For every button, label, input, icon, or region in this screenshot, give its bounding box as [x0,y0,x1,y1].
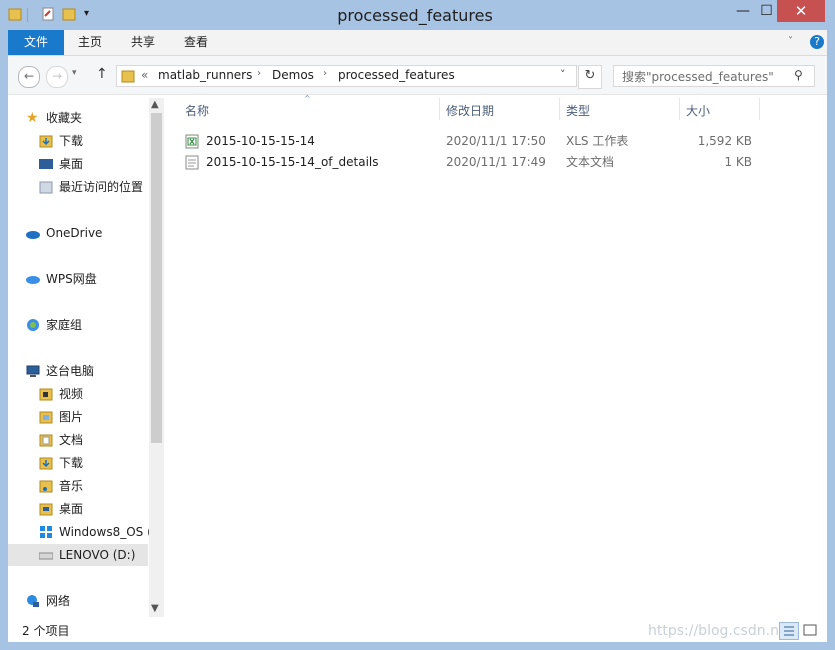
file-row[interactable]: 2015-10-15-15-14_of_details 2020/11/1 17… [185,152,775,172]
file-type: 文本文档 [566,155,615,169]
large-icons-view-button[interactable] [801,622,819,638]
windows-drive-icon [40,526,52,538]
navigation-pane: ★ 收藏夹 下载 桌面 最近访问的位置 OneDrive WPS网盘 家庭组 这… [8,95,164,617]
folder-icon [121,70,135,83]
close-button[interactable]: ✕ [777,0,825,22]
properties-icon[interactable] [41,7,55,21]
address-bar[interactable]: « matlab_runners › Demos › processed_fea… [116,65,577,87]
column-divider[interactable] [759,98,760,120]
breadcrumb-separator-icon[interactable]: › [323,68,327,79]
column-size[interactable]: 大小 [686,101,710,121]
file-size: 1 KB [724,155,752,169]
star-icon: ★ [26,110,39,126]
column-type[interactable]: 类型 [566,101,590,121]
search-icon[interactable]: ⚲ [794,68,803,82]
homegroup-icon [27,319,39,331]
recent-locations-icon[interactable]: ▾ [72,68,77,78]
tab-home[interactable]: 主页 [64,30,116,55]
back-button[interactable]: ← [18,66,40,88]
cloud-icon [26,276,40,284]
window-title: processed_features [337,6,493,25]
file-name: 2015-10-15-15-14 [206,134,315,148]
title-bar: ▾ processed_features — ☐ ✕ [0,0,835,30]
qat-separator [27,8,28,22]
help-icon[interactable]: ? [810,35,824,49]
breadcrumb-separator-icon[interactable]: › [257,68,261,79]
file-modified: 2020/11/1 17:50 [446,134,546,148]
download-folder-icon [39,457,53,470]
column-modified[interactable]: 修改日期 [446,101,494,121]
qat-dropdown-icon[interactable]: ▾ [84,8,89,19]
details-view-icon [784,626,794,636]
column-divider[interactable] [439,98,440,120]
scroll-up-icon[interactable]: ▲ [151,99,159,110]
music-folder-icon [39,480,53,493]
recent-places-icon [39,181,53,194]
tab-share[interactable]: 共享 [116,30,170,55]
breadcrumb-matlab-runners[interactable]: matlab_runners [158,68,252,82]
tab-file[interactable]: 文件 [8,30,64,55]
ribbon-expand-icon[interactable]: ˅ [788,36,793,47]
download-folder-icon [39,135,53,148]
file-name: 2015-10-15-15-14_of_details [206,155,379,169]
desktop-folder-icon [39,503,53,516]
documents-folder-icon [39,434,53,447]
breadcrumb-demos[interactable]: Demos [272,68,314,82]
column-divider[interactable] [559,98,560,120]
large-icons-view-icon [803,624,817,636]
hard-drive-icon [39,552,53,560]
sort-ascending-icon: ^ [304,94,311,103]
onedrive-icon [26,231,40,239]
up-button[interactable]: ↑ [96,66,108,82]
text-file-icon [185,155,199,170]
maximize-button[interactable]: ☐ [756,0,777,22]
details-view-button[interactable] [779,622,799,640]
address-dropdown-icon[interactable]: ˅ [560,68,566,81]
search-placeholder: 搜索"processed_features" [622,70,774,84]
new-folder-icon[interactable] [62,7,76,21]
breadcrumb-overflow[interactable]: « [141,68,148,82]
watermark: https://blog.csdn.n [648,623,779,639]
scroll-down-icon[interactable]: ▼ [151,603,159,614]
network-icon [27,595,39,607]
column-name[interactable]: 名称 [185,101,209,121]
forward-button[interactable]: → [46,66,68,88]
minimize-button[interactable]: — [730,0,756,22]
column-divider[interactable] [679,98,680,120]
ribbon-tabs: 文件 主页 共享 查看 ˅ ? [8,30,827,56]
file-row[interactable]: 2015-10-15-15-14 2020/11/1 17:50 XLS 工作表… [185,131,775,151]
file-type: XLS 工作表 [566,134,629,148]
item-count: 2 个项目 [22,624,70,638]
search-box[interactable]: 搜索"processed_features" ⚲ [613,65,815,87]
file-modified: 2020/11/1 17:49 [446,155,546,169]
excel-file-icon [185,134,199,149]
refresh-button[interactable]: ↻ [578,65,602,89]
file-size: 1,592 KB [697,134,752,148]
folder-icon[interactable] [8,7,22,21]
nav-scrollbar-thumb[interactable] [151,113,162,443]
breadcrumb-processed-features[interactable]: processed_features [338,68,455,82]
tab-view[interactable]: 查看 [170,30,222,55]
pictures-folder-icon [39,411,53,424]
videos-folder-icon [39,388,53,401]
desktop-icon [39,159,53,169]
computer-icon [26,365,40,377]
